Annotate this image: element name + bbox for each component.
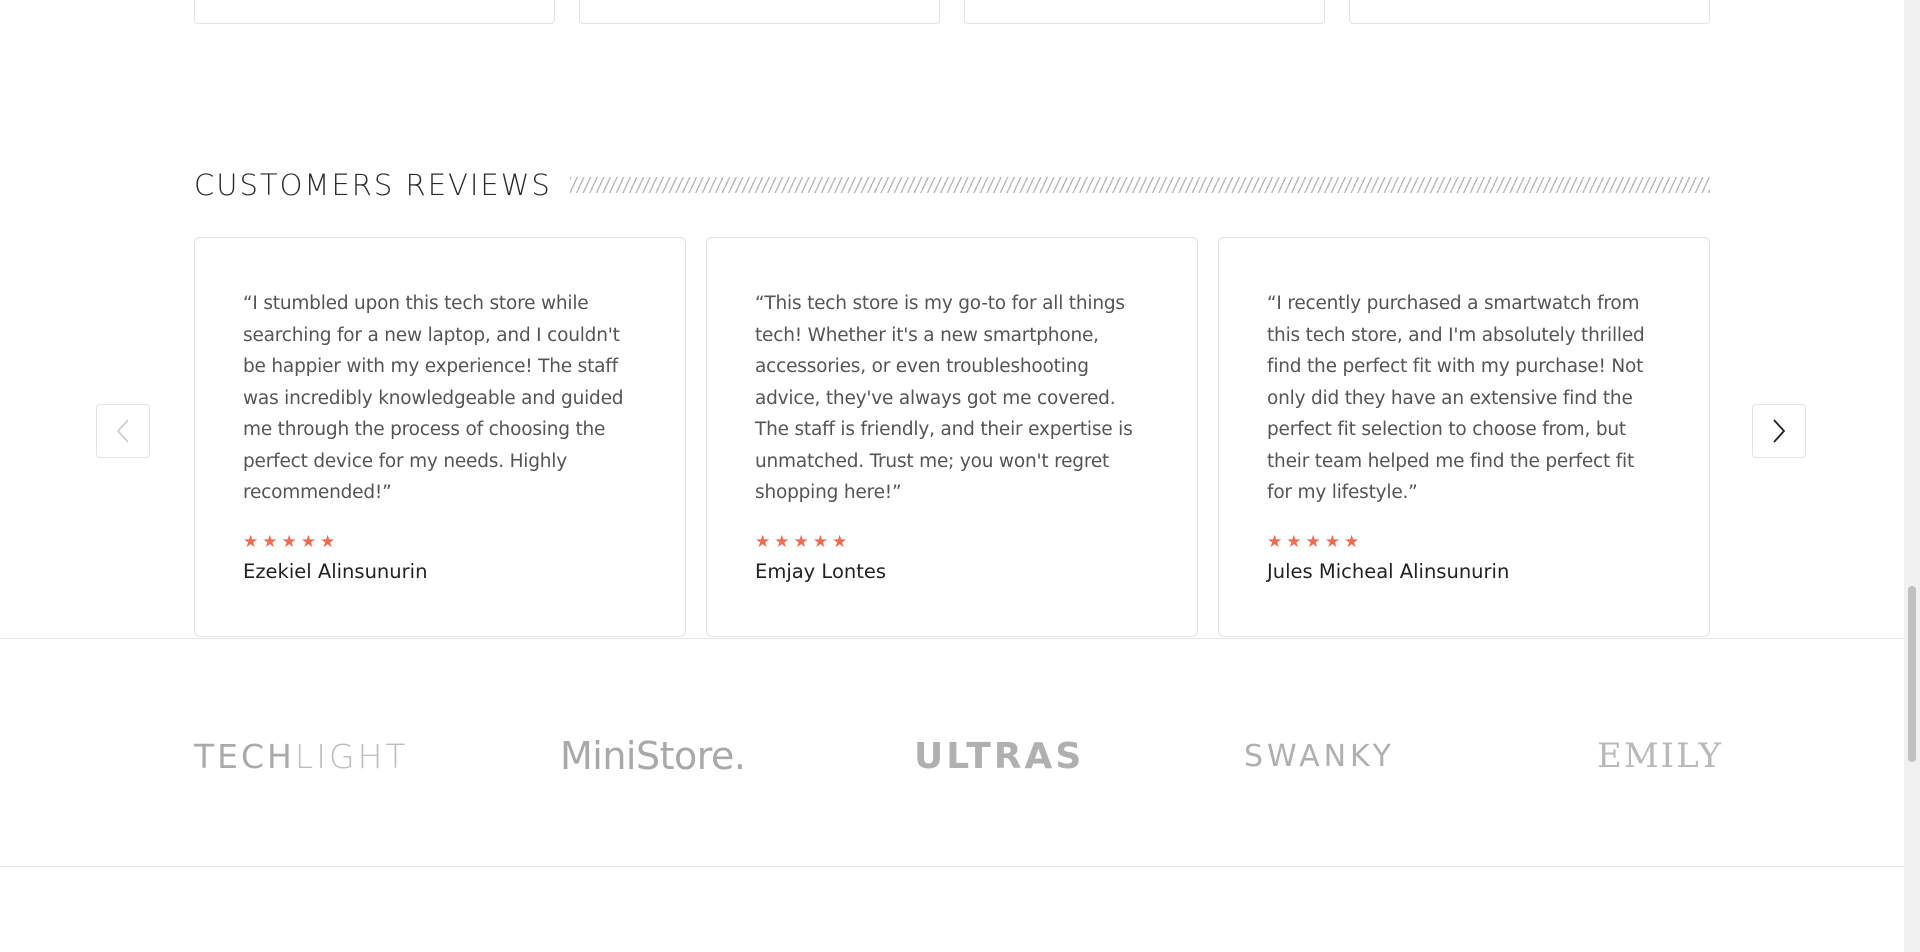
star-icon: ★ (1286, 531, 1302, 552)
page: CUSTOMERS REVIEWS “I stumbled upon this … (0, 0, 1904, 952)
star-icon: ★ (812, 531, 828, 552)
reviews-carousel: “I stumbled upon this tech store while s… (194, 237, 1710, 637)
reviews-heading: CUSTOMERS REVIEWS (194, 168, 1710, 202)
section-divider (0, 866, 1904, 867)
product-card[interactable] (964, 0, 1325, 24)
reviewer-name: Jules Micheal Alinsunurin (1267, 559, 1510, 583)
review-text: “I recently purchased a smartwatch from … (1267, 293, 1645, 503)
review-text: “This tech store is my go-to for all thi… (755, 293, 1133, 503)
rating-stars: ★ ★ ★ ★ ★ (1267, 533, 1662, 551)
star-icon: ★ (793, 531, 809, 552)
review-text: “I stumbled upon this tech store while s… (243, 293, 624, 503)
brand-logo-text: LIGHT (294, 736, 409, 776)
review-card: “I recently purchased a smartwatch from … (1218, 237, 1710, 637)
product-card[interactable] (579, 0, 940, 24)
scrollbar-thumb[interactable] (1908, 586, 1916, 762)
carousel-next-button[interactable] (1752, 404, 1806, 458)
review-card: “This tech store is my go-to for all thi… (706, 237, 1198, 637)
product-card[interactable] (194, 0, 555, 24)
brand-logos: TECH LIGHT MiniStore. ULTRAS SWANKY EMILY (194, 728, 1721, 784)
brand-logo-text: ULTRAS (914, 735, 1085, 777)
review-card: “I stumbled upon this tech store while s… (194, 237, 686, 637)
brand-logo-ultras[interactable]: ULTRAS (914, 728, 1084, 784)
star-icon: ★ (243, 531, 259, 552)
rating-stars: ★ ★ ★ ★ ★ (755, 533, 1150, 551)
star-icon: ★ (755, 531, 771, 552)
brand-logo-swanky[interactable]: SWANKY (1244, 728, 1395, 784)
rating-stars: ★ ★ ★ ★ ★ (243, 533, 638, 551)
chevron-left-icon (116, 419, 129, 443)
product-cards-row (194, 0, 1710, 24)
brand-logo-ministore[interactable]: MiniStore. (560, 728, 746, 784)
star-icon: ★ (1344, 531, 1360, 552)
section-title: CUSTOMERS REVIEWS (194, 168, 552, 202)
star-icon: ★ (1305, 531, 1321, 552)
brand-logo-emily[interactable]: EMILY (1597, 728, 1723, 784)
star-icon: ★ (774, 531, 790, 552)
brand-logo-text: MiniStore. (560, 734, 746, 778)
chevron-right-icon (1773, 419, 1786, 443)
brand-logo-text: SWANKY (1244, 738, 1395, 774)
section-divider (0, 638, 1904, 639)
brand-logo-techlight[interactable]: TECH LIGHT (194, 728, 409, 784)
brand-logo-text: EMILY (1597, 736, 1723, 776)
star-icon: ★ (832, 531, 848, 552)
page-scrollbar[interactable] (1904, 0, 1920, 952)
reviewer-name: Ezekiel Alinsunurin (243, 559, 428, 583)
star-icon: ★ (300, 531, 316, 552)
star-icon: ★ (281, 531, 297, 552)
star-icon: ★ (320, 531, 336, 552)
reviewer-name: Emjay Lontes (755, 559, 887, 583)
carousel-prev-button[interactable] (96, 404, 150, 458)
brand-logo-text: TECH (194, 736, 295, 776)
heading-decoration (569, 177, 1710, 193)
star-icon: ★ (1267, 531, 1283, 552)
star-icon: ★ (262, 531, 278, 552)
star-icon: ★ (1324, 531, 1340, 552)
product-card[interactable] (1349, 0, 1710, 24)
